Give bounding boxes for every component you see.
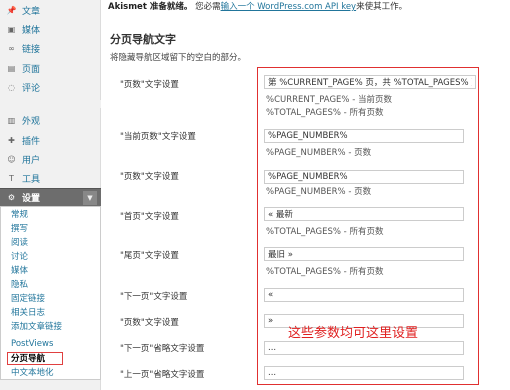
menu-item-label: 页面: [22, 64, 41, 75]
section-description: 将隐藏导航区域留下的空白的部分。: [110, 53, 247, 63]
media-icon: ▣: [7, 24, 16, 34]
menu-item-posts[interactable]: 📌 文章: [0, 1, 101, 19]
field-hint: %PAGE_NUMBER% - 页数: [266, 148, 372, 158]
label-current-page-text: "当前页数"文字设置: [120, 132, 196, 142]
first-page-text-input[interactable]: [264, 207, 464, 221]
label-page-text: "页数"文字设置: [120, 80, 179, 90]
label-prev-ellipsis-text: "上一页"省略文字设置: [120, 370, 205, 380]
field-hint: %TOTAL_PAGES% - 所有页数: [266, 108, 384, 118]
submenu-item-reading[interactable]: 阅读: [11, 237, 96, 250]
submenu-item-permalinks[interactable]: 固定链接: [11, 293, 96, 306]
appearance-icon: ▥: [7, 115, 16, 125]
label-last-page-text: "尾页"文字设置: [120, 251, 179, 261]
settings-submenu: 常规 撰写 阅读 讨论 媒体 隐私 固定链接 相关日志 添加文章链接 PostV…: [0, 206, 101, 380]
menu-item-label: 文章: [22, 6, 41, 17]
menu-item-label: 插件: [22, 136, 41, 147]
label-next-page-text: "下一页"文字设置: [120, 292, 188, 302]
users-icon: ☺: [7, 154, 16, 164]
label-next-ellipsis-text: "下一页"省略文字设置: [120, 344, 205, 354]
field-hint: %CURRENT_PAGE% - 当前页数: [266, 95, 392, 105]
annotation-text: 这些参数均可这里设置: [288, 326, 419, 341]
menu-item-label: 用户: [22, 155, 41, 166]
label-page-text-2: "页数"文字设置: [120, 318, 179, 328]
menu-item-label: 外观: [22, 116, 41, 127]
current-page-text-input[interactable]: [264, 129, 464, 143]
notice-text-before: 您必需: [195, 2, 221, 12]
comment-icon: ◌: [8, 82, 15, 92]
menu-item-appearance[interactable]: ▥ 外观: [0, 111, 101, 129]
admin-sidebar: 📌 文章 ▣ 媒体 ∞ 链接 ▤ 页面 ◌ 评论 ▥ 外观 ✚ 插件 ☺ 用户 …: [0, 0, 101, 390]
next-page-text-input[interactable]: [264, 288, 464, 302]
next-ellipsis-text-input[interactable]: [264, 341, 464, 355]
page-icon: ▤: [7, 63, 16, 73]
menu-item-settings[interactable]: ⚙ 设置 ▼: [0, 188, 101, 206]
plugin-icon: ✚: [8, 135, 15, 145]
api-key-link[interactable]: 输入一个 WordPress.com API key: [221, 2, 357, 12]
submenu-item-discussion[interactable]: 讨论: [11, 251, 96, 264]
submenu-item-media[interactable]: 媒体: [11, 265, 96, 278]
tools-icon: T: [9, 173, 14, 183]
menu-item-label: 媒体: [22, 25, 41, 36]
prev-ellipsis-text-input[interactable]: [264, 366, 464, 380]
settings-icon: ⚙: [7, 193, 16, 202]
field-hint: %PAGE_NUMBER% - 页数: [266, 187, 372, 197]
notice-text-after: 来使其工作。: [356, 2, 408, 12]
submenu-item-chinese-localization[interactable]: 中文本地化: [11, 367, 96, 380]
label-page-number-text: "页数"文字设置: [120, 172, 179, 182]
field-hint: %TOTAL_PAGES% - 所有页数: [266, 227, 384, 237]
link-icon: ∞: [8, 43, 15, 53]
menu-item-plugins[interactable]: ✚ 插件: [0, 131, 101, 149]
submenu-item-writing[interactable]: 撰写: [11, 223, 96, 236]
page-number-text-input[interactable]: [264, 170, 464, 184]
menu-item-label: 工具: [22, 174, 41, 185]
menu-item-pages[interactable]: ▤ 页面: [0, 59, 101, 77]
last-page-text-input[interactable]: [264, 247, 464, 261]
notice-title: Akismet 准备就绪。: [108, 2, 193, 12]
menu-item-label: 链接: [22, 44, 41, 55]
menu-item-media[interactable]: ▣ 媒体: [0, 20, 101, 38]
page-text-input[interactable]: [264, 75, 476, 89]
chevron-down-icon[interactable]: ▼: [83, 191, 97, 205]
menu-item-comments[interactable]: ◌ 评论: [0, 78, 101, 96]
label-first-page-text: "首页"文字设置: [120, 212, 179, 222]
menu-item-links[interactable]: ∞ 链接: [0, 39, 101, 57]
field-hint: %TOTAL_PAGES% - 所有页数: [266, 267, 384, 277]
akismet-notice: Akismet 准备就绪。 您必需输入一个 WordPress.com API …: [108, 0, 510, 14]
submenu-item-add-post-links[interactable]: 添加文章链接: [11, 321, 96, 334]
menu-item-label: 评论: [22, 83, 41, 94]
menu-separator: [0, 100, 101, 108]
submenu-item-general[interactable]: 常规: [11, 209, 96, 222]
submenu-item-postviews[interactable]: PostViews: [11, 338, 96, 351]
submenu-item-pagenavi[interactable]: 分页导航: [7, 352, 63, 365]
submenu-item-privacy[interactable]: 隐私: [11, 279, 96, 292]
section-title: 分页导航文字: [110, 33, 176, 46]
menu-item-users[interactable]: ☺ 用户: [0, 150, 101, 168]
menu-item-label: 设置: [22, 194, 41, 204]
submenu-item-related-posts[interactable]: 相关日志: [11, 307, 96, 320]
menu-item-tools[interactable]: T 工具: [0, 169, 101, 187]
pushpin-icon: 📌: [6, 5, 17, 15]
